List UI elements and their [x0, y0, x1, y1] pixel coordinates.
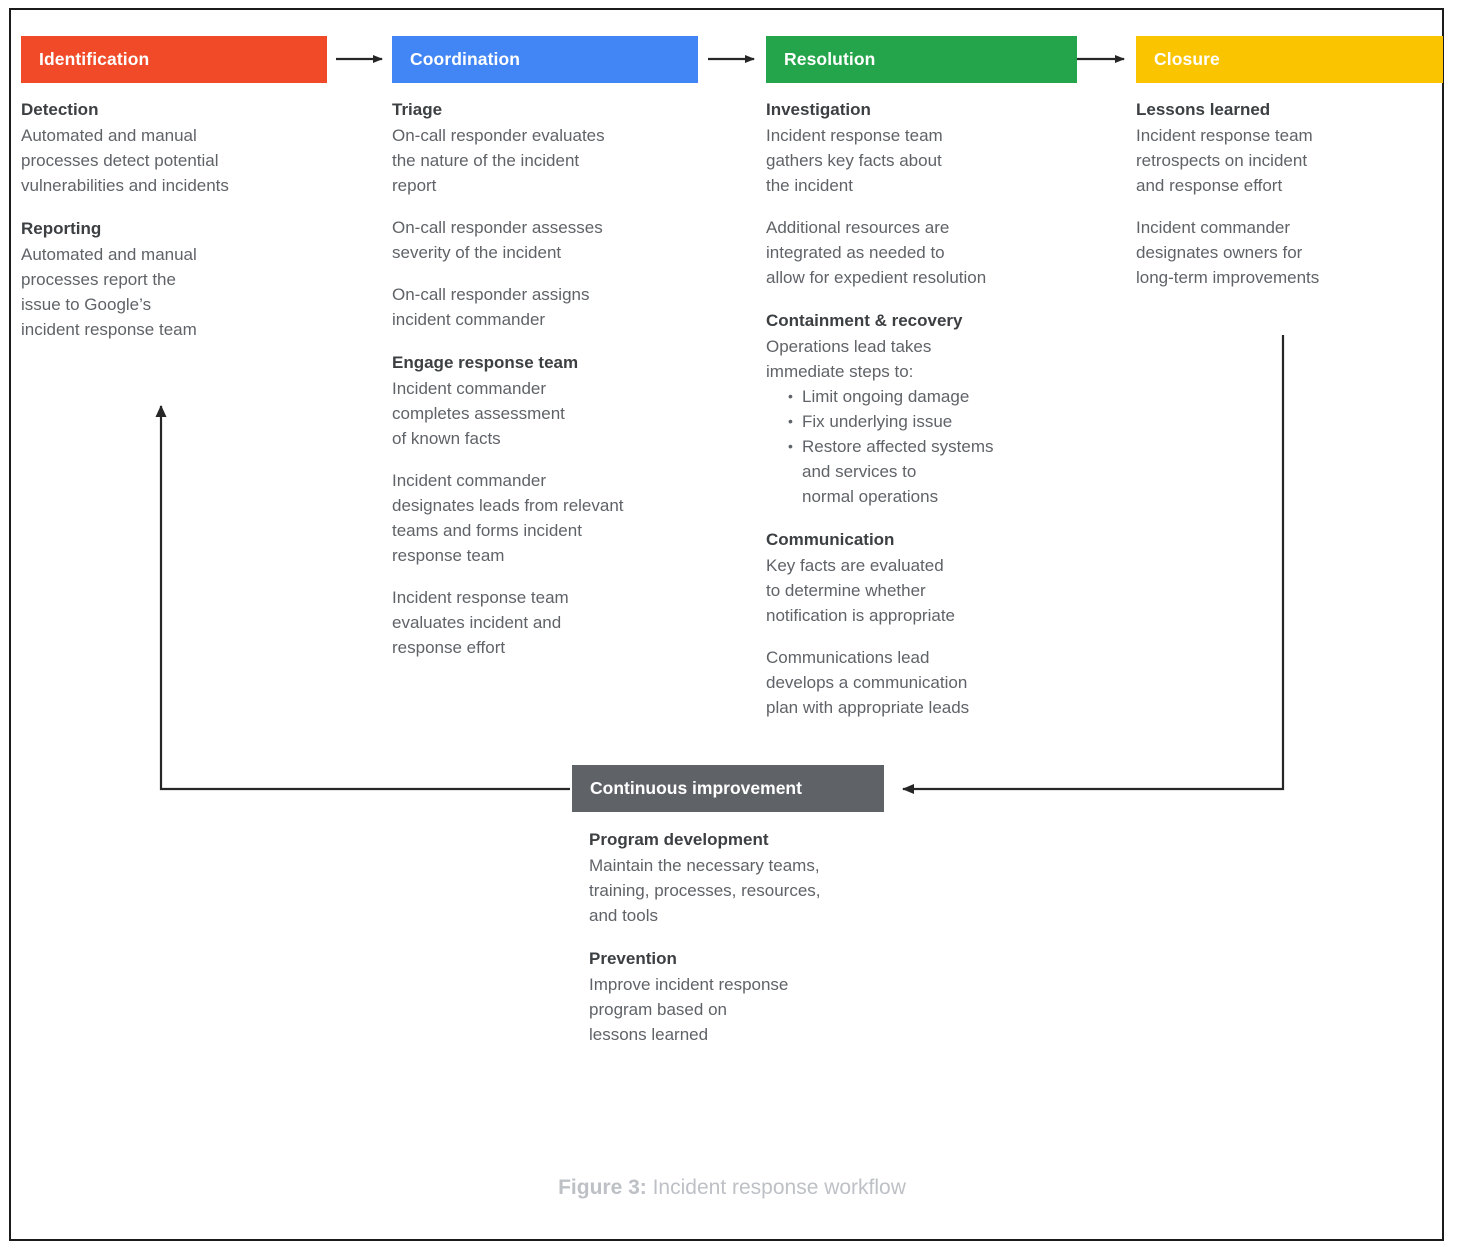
block-title-triage: Triage — [392, 100, 443, 119]
phase-bar-closure: Closure — [1136, 36, 1443, 83]
block-title-lessons-learned: Lessons learned — [1136, 100, 1271, 119]
phase-column-coordination: Coordination Triage On-call responder ev… — [392, 36, 698, 660]
block-text-engage-2: Incident commander designates leads from… — [392, 471, 624, 565]
block-text-engage-1: Incident commander completes assessment … — [392, 379, 565, 448]
phase-bar-coordination: Coordination — [392, 36, 698, 83]
phase-bar-identification: Identification — [21, 36, 327, 83]
phase-title-closure: Closure — [1154, 49, 1220, 69]
block-text-engage-3: Incident response team evaluates inciden… — [392, 588, 569, 657]
phase-title-coordination: Coordination — [410, 49, 521, 69]
phase-body-resolution: Investigation Incident response team gat… — [766, 83, 1066, 720]
block-title-detection: Detection — [21, 100, 99, 119]
block-text-investigation-1: Incident response team gathers key facts… — [766, 126, 943, 195]
figure-caption-text: Incident response workflow — [646, 1176, 906, 1199]
block-title-engage-response-team: Engage response team — [392, 353, 579, 372]
phase-body-identification: Detection Automated and manual processes… — [21, 83, 301, 342]
block-text-communication-2: Communications lead develops a communica… — [766, 648, 970, 717]
block-title-communication: Communication — [766, 530, 895, 549]
phase-bar-resolution: Resolution — [766, 36, 1077, 83]
block-program-development: Program development Maintain the necessa… — [589, 827, 919, 928]
block-text-reporting: Automated and manual processes report th… — [21, 245, 197, 339]
figure-caption-label: Figure 3: — [558, 1176, 647, 1199]
block-title-investigation: Investigation — [766, 100, 871, 119]
block-text-triage-2: On-call responder assesses severity of t… — [392, 218, 603, 262]
block-title-prevention: Prevention — [589, 949, 677, 968]
block-reporting: Reporting Automated and manual processes… — [21, 216, 301, 342]
phase-column-identification: Identification Detection Automated and m… — [21, 36, 327, 342]
block-title-program-development: Program development — [589, 830, 769, 849]
bullet-fix-underlying-issue: Fix underlying issue — [788, 409, 1066, 434]
block-triage: Triage On-call responder evaluates the n… — [392, 97, 697, 332]
block-title-reporting: Reporting — [21, 219, 102, 238]
block-title-containment-recovery: Containment & recovery — [766, 311, 963, 330]
block-text-program-development: Maintain the necessary teams, training, … — [589, 856, 821, 925]
block-prevention: Prevention Improve incident response pro… — [589, 946, 919, 1047]
incident-response-workflow-figure: Identification Detection Automated and m… — [0, 0, 1464, 1256]
continuous-improvement-bar: Continuous improvement — [572, 765, 884, 812]
block-investigation: Investigation Incident response team gat… — [766, 97, 1066, 290]
block-containment-recovery: Containment & recovery Operations lead t… — [766, 308, 1066, 509]
figure-caption: Figure 3: Incident response workflow — [0, 1176, 1464, 1200]
block-detection: Detection Automated and manual processes… — [21, 97, 301, 198]
phase-title-identification: Identification — [39, 49, 150, 69]
block-text-detection: Automated and manual processes detect po… — [21, 126, 229, 195]
phase-column-resolution: Resolution Investigation Incident respon… — [766, 36, 1077, 720]
phase-body-coordination: Triage On-call responder evaluates the n… — [392, 83, 697, 660]
block-lessons-learned: Lessons learned Incident response team r… — [1136, 97, 1426, 290]
continuous-improvement-body: Program development Maintain the necessa… — [572, 812, 919, 1047]
block-text-triage-1: On-call responder evaluates the nature o… — [392, 126, 605, 195]
continuous-improvement-title: Continuous improvement — [590, 778, 802, 798]
block-text-triage-3: On-call responder assigns incident comma… — [392, 285, 590, 329]
block-communication: Communication Key facts are evaluated to… — [766, 527, 1066, 720]
block-text-prevention: Improve incident response program based … — [589, 975, 789, 1044]
continuous-improvement-column: Continuous improvement Program developme… — [572, 765, 884, 1047]
block-text-containment-recovery: Operations lead takes immediate steps to… — [766, 337, 932, 381]
block-text-investigation-2: Additional resources are integrated as n… — [766, 218, 987, 287]
block-text-communication-1: Key facts are evaluated to determine whe… — [766, 556, 956, 625]
bullet-restore-affected-systems: Restore affected systems and services to… — [788, 434, 1066, 509]
block-text-lessons-learned-2: Incident commander designates owners for… — [1136, 218, 1320, 287]
containment-recovery-bullets: Limit ongoing damage Fix underlying issu… — [766, 384, 1066, 509]
phase-title-resolution: Resolution — [784, 49, 876, 69]
bullet-limit-ongoing-damage: Limit ongoing damage — [788, 384, 1066, 409]
phase-column-closure: Closure Lessons learned Incident respons… — [1136, 36, 1443, 290]
block-engage-response-team: Engage response team Incident commander … — [392, 350, 697, 660]
phase-body-closure: Lessons learned Incident response team r… — [1136, 83, 1426, 290]
block-text-lessons-learned-1: Incident response team retrospects on in… — [1136, 126, 1313, 195]
